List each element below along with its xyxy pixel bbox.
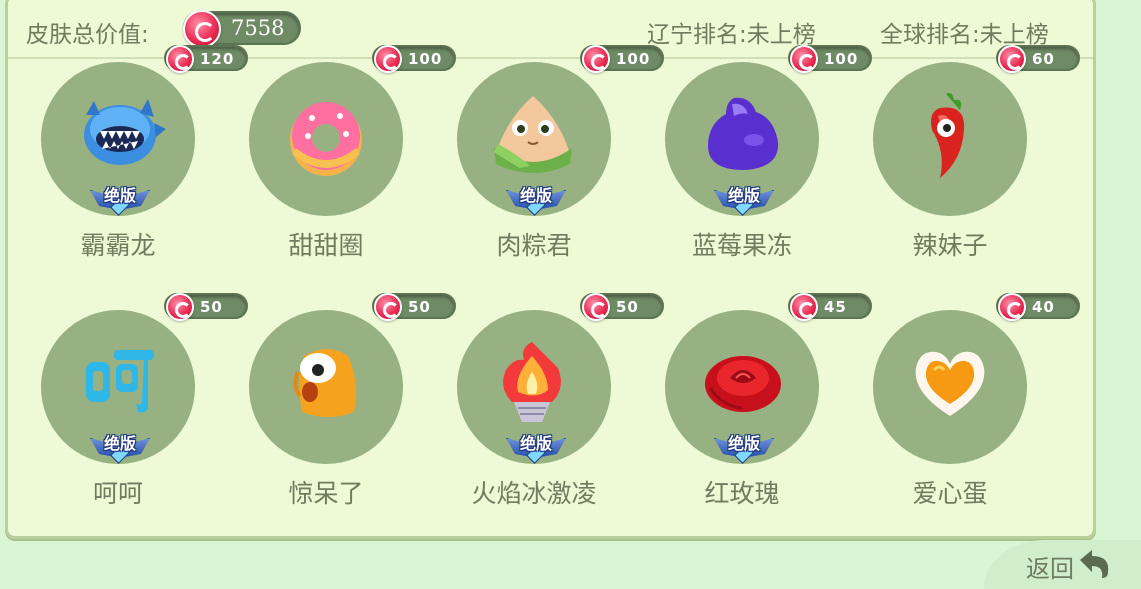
heart-egg-icon xyxy=(915,351,985,416)
shocked-blob-icon xyxy=(293,349,356,417)
red-rose-icon xyxy=(705,356,781,412)
return-arrow-icon xyxy=(1080,550,1109,578)
skin-item-heart-egg[interactable]: 40 爱心蛋 xyxy=(840,238,1080,508)
skin-price: 60 xyxy=(1032,50,1055,68)
hehe-text-icon xyxy=(86,350,154,413)
limited-badge: 绝版 xyxy=(504,430,568,466)
limited-badge-label: 绝版 xyxy=(519,434,552,453)
skin-price: 40 xyxy=(1032,298,1055,316)
skin-name: 呵呵 xyxy=(92,479,143,508)
candy-icon xyxy=(374,293,402,321)
limited-badge: 绝版 xyxy=(712,182,776,218)
price-pill: 40 xyxy=(996,293,1080,321)
candy-icon xyxy=(790,293,818,321)
skin-item-hehe[interactable]: 50 绝版 呵呵 xyxy=(8,238,248,508)
flame-icecream-icon xyxy=(503,342,561,422)
limited-badge-label: 绝版 xyxy=(519,186,552,205)
limited-badge: 绝版 xyxy=(712,430,776,466)
limited-badge-label: 绝版 xyxy=(727,434,760,453)
candy-icon xyxy=(166,293,194,321)
rice-dumpling-icon xyxy=(494,96,572,173)
limited-badge-label: 绝版 xyxy=(727,186,760,205)
skin-item-babalong[interactable]: 120 绝版 霸霸龙 xyxy=(8,0,248,260)
skin-item-zongzi[interactable]: 100 绝版 肉粽君 xyxy=(424,0,664,260)
skin-item-red-rose[interactable]: 45 绝版 红玫瑰 xyxy=(632,238,872,508)
skin-name: 惊呆了 xyxy=(288,479,364,508)
candy-icon xyxy=(790,45,818,73)
candy-icon xyxy=(582,45,610,73)
skin-item-blueberry-jelly[interactable]: 100 绝版 蓝莓果冻 xyxy=(632,0,872,260)
limited-badge-label: 绝版 xyxy=(103,434,136,453)
return-button[interactable]: 返回 xyxy=(984,540,1141,589)
skin-name: 红玫瑰 xyxy=(704,479,780,508)
skin-name: 火焰冰激凌 xyxy=(471,479,597,508)
return-label: 返回 xyxy=(1026,555,1074,583)
chili-pepper-icon xyxy=(931,92,965,178)
limited-badge: 绝版 xyxy=(504,182,568,218)
candy-icon xyxy=(374,45,402,73)
skin-item-flame-icecream[interactable]: 50 绝版 火焰冰激凌 xyxy=(424,238,664,508)
candy-icon xyxy=(582,293,610,321)
skin-item-chili[interactable]: 60 辣妹子 xyxy=(840,0,1080,260)
limited-badge: 绝版 xyxy=(88,182,152,218)
skin-item-donut[interactable]: 100 甜甜圈 xyxy=(216,0,456,260)
skin-name: 爱心蛋 xyxy=(912,479,988,508)
candy-icon xyxy=(998,293,1026,321)
candy-icon xyxy=(998,45,1026,73)
blue-monster-icon xyxy=(84,99,166,165)
limited-badge-label: 绝版 xyxy=(103,186,136,205)
price-pill: 60 xyxy=(996,45,1080,73)
candy-icon xyxy=(166,45,194,73)
donut-icon xyxy=(290,102,362,176)
blueberry-jelly-icon xyxy=(708,97,779,170)
limited-badge: 绝版 xyxy=(88,430,152,466)
skin-item-shocked[interactable]: 50 惊呆了 xyxy=(216,238,456,508)
